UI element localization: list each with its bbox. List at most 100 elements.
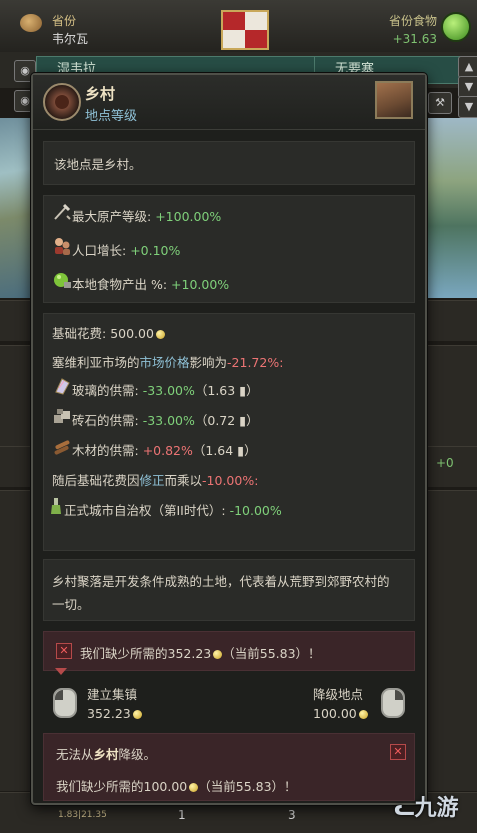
- market-value: -21.72%:: [227, 355, 284, 370]
- province-name[interactable]: 韦尔瓦: [52, 30, 88, 47]
- gold-coin-icon: [358, 710, 368, 719]
- bottom-number-2: 3: [288, 808, 296, 822]
- hammer-icon[interactable]: ⚒: [428, 92, 452, 114]
- gold-coin-icon: [155, 330, 165, 339]
- market-prefix: 塞维利亚市场的: [52, 355, 140, 370]
- missing-build-current: （当前55.83）！: [222, 646, 321, 661]
- modifier-value: +100.00%: [155, 209, 222, 224]
- build-town-value: 352.23: [87, 706, 131, 721]
- gold-coin-icon: [132, 710, 142, 719]
- stone-icon: [54, 409, 70, 423]
- goods-row-lumber: 木材的供需: +0.82%（1.64 ▮）: [72, 440, 257, 459]
- cannot-downgrade-suffix: 降级。: [118, 747, 157, 762]
- base-cost-row: 基础花费: 500.00: [52, 323, 165, 342]
- missing-funds-build-box: ✕ 我们缺少所需的352.23 （当前55.83）！: [43, 631, 415, 671]
- city-rule-label: 正式城市自治权（第II时代）:: [64, 503, 226, 518]
- location-rank-tooltip: 乡村 地点等级 该地点是乡村。 最大原产等级: +100.00% 人口增长: +…: [31, 73, 427, 805]
- province-food-label: 省份食物: [388, 14, 437, 28]
- goods-value: -33.00%: [142, 383, 195, 398]
- intro-text: 该地点是乡村。: [54, 157, 142, 172]
- goods-label: 砖石的供需:: [72, 413, 143, 428]
- modifier-label: 人口增长:: [72, 243, 131, 258]
- city-rule-row: 正式城市自治权（第II时代）: -10.00%: [64, 500, 282, 519]
- missing-build-amount: 352.23: [167, 646, 212, 661]
- modifier-row-2: 本地食物产出 %: +10.00%: [72, 274, 229, 293]
- watermark-logo: ᓚ九游: [394, 790, 459, 822]
- goods-detail: （1.64: [192, 443, 234, 458]
- market-price-link[interactable]: 市场价格: [140, 355, 190, 370]
- location-rank-icon: [43, 83, 81, 121]
- cost-box: 基础花费: 500.00 塞维利亚市场的市场价格影响为-21.72%: 玻璃的供…: [43, 313, 415, 551]
- goods-value: +0.82%: [142, 443, 193, 458]
- flask-icon: [51, 498, 61, 514]
- downgrade-cost: 100.00: [313, 706, 368, 721]
- goods-row-stone: 砖石的供需: -33.00%（0.72 ▮）: [72, 410, 259, 429]
- cannot-downgrade-text: 无法从乡村降级。: [56, 744, 156, 763]
- lumber-icon: [54, 440, 70, 455]
- description-line-1: 乡村聚落是开发条件成熟的土地，代表着从荒野到郊野农村的: [52, 574, 390, 589]
- then-value: -10.00%:: [202, 473, 259, 488]
- base-cost-label: 基础花费:: [52, 326, 111, 341]
- modifier-row-1: 人口增长: +0.10%: [72, 240, 180, 259]
- downgrade-blocked-box: 无法从乡村降级。 ✕ 我们缺少所需的100.00 （当前55.83）！: [43, 733, 415, 801]
- cross-icon: ✕: [56, 643, 72, 659]
- market-suffix: 影响为: [189, 355, 228, 370]
- gold-coin-icon: [189, 783, 199, 792]
- left-click-icon: [53, 688, 77, 718]
- goods-small-icon: ▮: [235, 383, 247, 398]
- food-icon: [54, 273, 71, 288]
- description-box: 乡村聚落是开发条件成熟的土地，代表着从荒野到郊野农村的 一切。: [43, 559, 415, 621]
- side-value: +0: [436, 456, 454, 470]
- tooltip-title: 乡村: [85, 85, 116, 103]
- right-click-icon: [381, 688, 405, 718]
- modifier-label: 本地食物产出 %:: [72, 277, 172, 292]
- coat-of-arms-icon[interactable]: [221, 10, 269, 50]
- modifier-then-row: 随后基础花费因修正而乘以-10.00%:: [52, 470, 258, 489]
- goods-label: 玻璃的供需:: [72, 383, 143, 398]
- arrow-up-icon[interactable]: ▲: [458, 56, 477, 78]
- bread-icon: [20, 14, 42, 32]
- glass-icon: [55, 378, 70, 395]
- goods-row-glass: 玻璃的供需: -33.00%（1.63 ▮）: [72, 380, 259, 399]
- build-town-cost: 352.23: [87, 706, 142, 721]
- goods-small-icon: ▮: [233, 443, 245, 458]
- arrow-down-icon[interactable]: ▼: [458, 76, 477, 98]
- cannot-downgrade-name: 乡村: [93, 747, 119, 762]
- goods-tail: ）: [246, 383, 259, 398]
- watermark-icon: ᓚ: [394, 796, 415, 821]
- missing-build-text: 我们缺少所需的352.23 （当前55.83）！: [80, 643, 321, 662]
- watermark-text: 九游: [414, 796, 459, 821]
- downgrade-label[interactable]: 降级地点: [313, 684, 363, 703]
- goods-value: -33.00%: [142, 413, 195, 428]
- goods-small-icon: ▮: [235, 413, 247, 428]
- arrow-down-icon-2[interactable]: ▼: [458, 96, 477, 118]
- base-cost-value: 500.00: [110, 326, 154, 341]
- modifier-value: +10.00%: [171, 277, 230, 292]
- map-view-left: [0, 118, 32, 298]
- goods-label: 木材的供需:: [72, 443, 143, 458]
- map-view-right: [422, 118, 477, 298]
- population-icon: [55, 238, 70, 255]
- goods-tail: ）: [246, 413, 259, 428]
- build-town-label[interactable]: 建立集镇: [87, 684, 137, 703]
- cross-icon: ✕: [390, 744, 406, 760]
- modifier-link[interactable]: 修正: [140, 473, 165, 488]
- food-orb-icon[interactable]: [441, 12, 471, 42]
- goods-detail: （1.63: [194, 383, 236, 398]
- missing-downgrade-label: 我们缺少所需的: [56, 779, 144, 794]
- tools-icon: [54, 203, 71, 220]
- pointer-arrow-icon: [55, 668, 67, 675]
- bottom-number-1: 1: [178, 808, 186, 822]
- modifier-row-0: 最大原产等级: +100.00%: [72, 206, 221, 225]
- goods-tail: ）: [244, 443, 257, 458]
- then-suffix: 而乘以: [164, 473, 203, 488]
- missing-build-label: 我们缺少所需的: [80, 646, 168, 661]
- cannot-downgrade-prefix: 无法从: [56, 747, 94, 762]
- missing-downgrade-text: 我们缺少所需的100.00 （当前55.83）！: [56, 776, 297, 795]
- downgrade-value: 100.00: [313, 706, 357, 721]
- tooltip-subtitle[interactable]: 地点等级: [85, 105, 137, 124]
- gold-coin-icon: [213, 650, 223, 659]
- modifier-value: +0.10%: [130, 243, 181, 258]
- modifier-label: 最大原产等级:: [72, 209, 156, 224]
- description-line-2: 一切。: [52, 597, 90, 612]
